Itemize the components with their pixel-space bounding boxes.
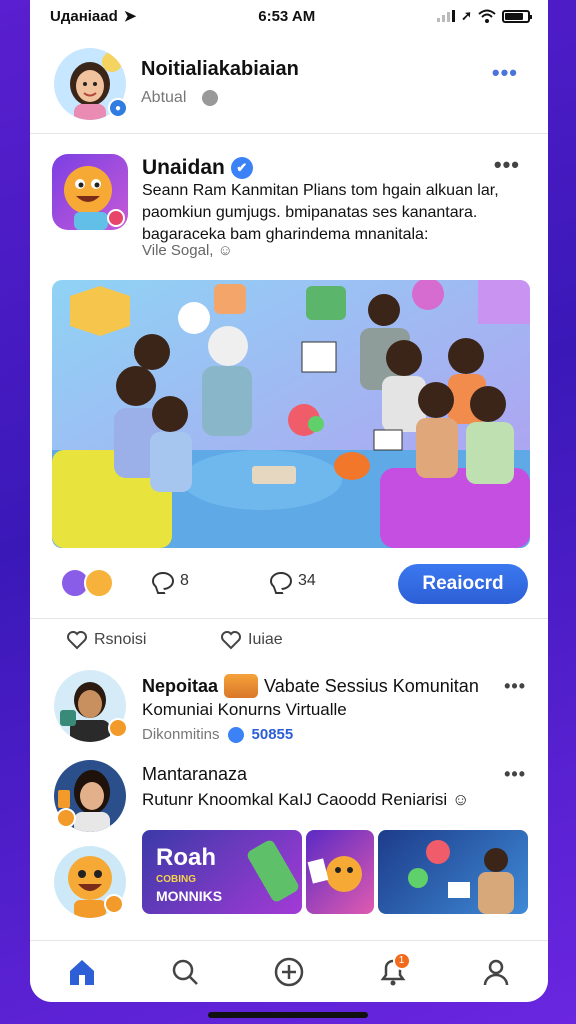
- wifi-icon: [478, 9, 496, 23]
- feed-line: Rutunr Knoomkal KaIJ Caoodd Reniarisi ☺: [142, 790, 469, 810]
- comment-icon: [152, 572, 174, 590]
- tab-home[interactable]: [62, 952, 102, 992]
- home-icon: [69, 959, 94, 985]
- emoji-badge: [104, 894, 124, 914]
- profile-header: ● Noitialiakabiaian Abtual •••: [54, 44, 530, 124]
- profile-icon: [483, 959, 509, 985]
- feed-avatar[interactable]: [54, 670, 128, 742]
- verified-icon: [227, 726, 244, 743]
- thumbnail-title: Roah: [156, 844, 216, 871]
- feed-line: Komuniai Konurns Virtualle: [142, 700, 347, 719]
- more-options-icon[interactable]: •••: [492, 60, 518, 86]
- tab-profile[interactable]: [476, 952, 516, 992]
- feed-count: 50855: [251, 726, 294, 743]
- like-button[interactable]: Rsnoisi: [66, 630, 146, 650]
- divider: [30, 133, 548, 134]
- home-indicator: [208, 1012, 368, 1018]
- save-button[interactable]: Iuiae: [220, 630, 283, 650]
- battery-icon: [501, 9, 532, 23]
- feed-badge: [56, 808, 76, 828]
- likes-row: Rsnoisi Iuiae: [66, 628, 530, 658]
- header-avatar[interactable]: ●: [54, 48, 128, 120]
- carrier-label: Uданiaad: [50, 7, 118, 25]
- feed-badge: [108, 718, 128, 738]
- post-meta: Vile Sogal, ☺: [142, 242, 233, 259]
- comment-button[interactable]: 8: [152, 572, 189, 590]
- divider: [30, 618, 548, 619]
- folder-icon: [224, 674, 259, 698]
- phone-screen: Uданiaad ➤ 6:53 AM ➚ ● Noitialiakabiaian…: [30, 0, 548, 1002]
- tab-notifications[interactable]: 1: [373, 951, 413, 992]
- emoji-icon: ☺: [217, 242, 233, 259]
- header-subtitle: Abtual: [141, 89, 187, 106]
- clock-icon: [202, 90, 219, 106]
- thumbnail-card[interactable]: [306, 830, 374, 914]
- post-actions: 8 34 Reaiocrd: [52, 562, 530, 606]
- paintbrush-icon: [245, 838, 301, 904]
- heart-icon: [66, 630, 88, 650]
- clock: 6:53 AM: [258, 7, 316, 25]
- thumbnail-caption: MONNIKS: [156, 888, 223, 904]
- tab-create[interactable]: [269, 952, 309, 992]
- feed-author[interactable]: Mantaranaza: [142, 764, 247, 785]
- share-button[interactable]: 34: [270, 572, 316, 590]
- save-label: Iuiae: [248, 631, 283, 648]
- post-more-icon[interactable]: •••: [494, 152, 520, 178]
- feed-title: Vabate Sessius Komunitan: [264, 675, 479, 696]
- location-icon: ➤: [123, 8, 137, 25]
- feed-meta: Dikonmitins: [142, 726, 220, 743]
- verified-icon: ✔: [230, 157, 253, 179]
- add-icon: [274, 957, 304, 986]
- feed-more-icon[interactable]: •••: [504, 764, 526, 785]
- like-label: Rsnoisi: [94, 631, 147, 648]
- emoji-avatar[interactable]: [54, 846, 126, 918]
- post-author[interactable]: Unaidan: [142, 156, 225, 180]
- thumbnail-card[interactable]: Roah COBING MONNIKS: [142, 830, 302, 914]
- feed-line-text: Rutunr Knoomkal KaIJ Caoodd Reniarisi: [142, 790, 448, 809]
- tab-search[interactable]: [165, 952, 205, 992]
- thumbnail-card[interactable]: [378, 830, 528, 914]
- header-title: Noitialiakabiaian: [141, 58, 299, 80]
- online-badge: ●: [108, 98, 128, 118]
- feed-avatar[interactable]: [54, 760, 126, 832]
- heart-outline-icon: [220, 630, 242, 650]
- post-meta-text: Vile Sogal,: [142, 242, 214, 259]
- feed-author[interactable]: Nepoitaa: [142, 676, 218, 697]
- feed-more-icon[interactable]: •••: [504, 676, 526, 697]
- emoji-icon: ☺: [451, 790, 470, 809]
- tab-bar: 1: [30, 940, 548, 1002]
- post-image[interactable]: [52, 280, 530, 548]
- comment-count: 8: [180, 572, 189, 589]
- status-bar: Uданiaad ➤ 6:53 AM ➚: [30, 0, 548, 32]
- thumbnail-subtitle: COBING: [156, 874, 196, 885]
- post-body: Seann Ram Kanmitan Plians tom hgain alku…: [142, 182, 499, 243]
- location-arrow-icon: ➚: [461, 8, 472, 23]
- reaction-stack[interactable]: [60, 568, 116, 598]
- signal-icon: [437, 10, 456, 22]
- share-count: 34: [298, 572, 316, 589]
- notification-badge: 1: [392, 951, 411, 970]
- post-avatar[interactable]: [52, 154, 128, 230]
- record-button[interactable]: Reaiocrd: [398, 564, 528, 604]
- share-icon: [270, 572, 292, 590]
- search-icon: [173, 959, 199, 985]
